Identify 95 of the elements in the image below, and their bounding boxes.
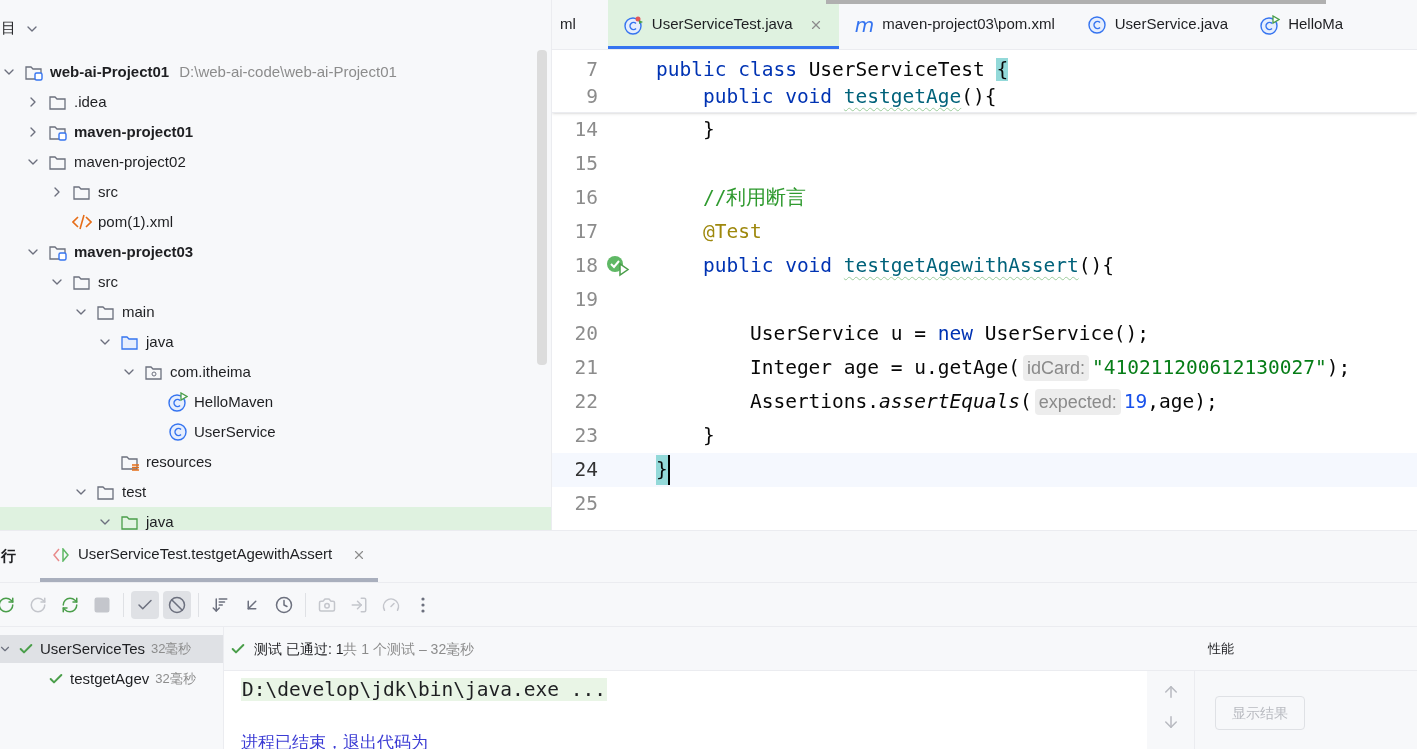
- code-line: //利用断言: [701, 185, 807, 212]
- class-icon: [168, 422, 188, 442]
- parameter-hint: expected:: [1034, 389, 1121, 415]
- tree-item[interactable]: src: [0, 267, 551, 297]
- import-icon: [350, 595, 368, 614]
- class-icon: [1086, 14, 1107, 35]
- line-number: 22: [573, 389, 598, 416]
- folder-icon: [48, 153, 68, 171]
- editor-tab[interactable]: HelloMa: [1244, 0, 1360, 49]
- line-number: 24: [573, 457, 598, 484]
- tree-item[interactable]: web-ai-Project01 D:\web-ai-code\web-ai-Project01: [0, 57, 551, 87]
- test-class-icon: [623, 14, 644, 35]
- camera-icon: [318, 595, 336, 614]
- folder-icon: [96, 483, 116, 501]
- line-number: 21: [573, 355, 598, 382]
- ban-icon: [168, 595, 186, 614]
- module-folder-icon: [48, 243, 68, 261]
- runnable-class-icon: [168, 392, 188, 412]
- tree-item[interactable]: src: [0, 177, 551, 207]
- folder-icon: [96, 303, 116, 321]
- test-passed-run-icon[interactable]: [606, 255, 630, 277]
- panel-title: 性能: [1208, 639, 1234, 658]
- tree-item[interactable]: test: [0, 477, 551, 507]
- tree-item[interactable]: pom(1).xml: [0, 207, 551, 237]
- sort-icon: [211, 595, 229, 614]
- folder-icon: [72, 273, 92, 291]
- line-number: 7: [585, 56, 598, 83]
- editor-tab[interactable]: ml: [552, 0, 608, 49]
- refresh-icon: [61, 595, 79, 614]
- test-tree-item[interactable]: testgetAgev 32毫秒: [0, 663, 223, 695]
- line-number: 16: [573, 185, 598, 212]
- check-button[interactable]: [131, 590, 159, 619]
- maven-icon: m: [854, 14, 875, 35]
- test-status: 测试 已通过: 1: [254, 640, 344, 657]
- tab-scrollbar[interactable]: [826, 0, 1326, 4]
- code-line: Assertions.assertEquals( expected: 19,age);: [748, 388, 1218, 417]
- runnable-class-icon: [1260, 14, 1281, 35]
- editor-tab[interactable]: UserServiceTest.java: [607, 0, 839, 49]
- line-number: 14: [573, 117, 598, 144]
- folder-icon: [72, 183, 92, 201]
- clock-icon: [275, 595, 293, 614]
- code-line: Integer age = u.getAge( idCard: "410211200612130027");: [748, 354, 1351, 383]
- tree-item[interactable]: maven-project02: [0, 147, 551, 177]
- parameter-hint: idCard:: [1022, 355, 1089, 381]
- folder-icon: [48, 93, 68, 111]
- code-tag-icon: [72, 213, 92, 231]
- code-line: @Test: [701, 219, 762, 246]
- line-number: 17: [573, 219, 598, 246]
- run-tab[interactable]: UserServiceTest.testgetAgewithAssert: [40, 531, 379, 582]
- stop-icon: [93, 595, 111, 614]
- rerun-icon: [29, 595, 47, 614]
- package-icon: [144, 363, 164, 381]
- folder-icon: [120, 513, 140, 530]
- line-number: 23: [573, 423, 598, 450]
- tree-item[interactable]: resources: [0, 447, 551, 477]
- code-line: UserService u = new UserService();: [748, 321, 1150, 348]
- tree-item[interactable]: java: [0, 327, 551, 357]
- test-tree-item[interactable]: UserServiceTes 32毫秒: [0, 635, 223, 663]
- tree-item[interactable]: maven-project01: [0, 117, 551, 147]
- editor-tab[interactable]: UserService.java: [1070, 0, 1245, 49]
- tree-item[interactable]: main: [0, 297, 551, 327]
- tree-item[interactable]: com.itheima: [0, 357, 551, 387]
- tree-item[interactable]: .idea: [0, 87, 551, 117]
- module-folder-icon: [48, 123, 68, 141]
- line-number: 25: [573, 491, 598, 518]
- resources-folder-icon: [120, 453, 140, 471]
- gauge-icon: [382, 595, 400, 614]
- code-line: public void testgetAge(){: [701, 83, 997, 110]
- line-number: 18: [573, 253, 598, 280]
- module-folder-icon: [24, 63, 44, 81]
- code-line: public void testgetAgewithAssert(){: [701, 253, 1114, 280]
- line-number: 19: [573, 287, 598, 314]
- ban-button[interactable]: [163, 590, 191, 619]
- tree-item[interactable]: UserService: [0, 417, 551, 447]
- scrollbar[interactable]: [537, 50, 547, 365]
- rerun-icon: [0, 595, 15, 614]
- folder-icon: [120, 333, 140, 351]
- line-number: 20: [573, 321, 598, 348]
- tree-item[interactable]: maven-project03: [0, 237, 551, 267]
- line-number: 15: [573, 151, 598, 178]
- test-duration: 32毫秒: [151, 640, 192, 659]
- tree-item[interactable]: java: [0, 507, 551, 530]
- tree-item[interactable]: HelloMaven: [0, 387, 551, 417]
- more-icon: [421, 596, 425, 613]
- test-duration: 32毫秒: [155, 670, 196, 689]
- panel-title: 行: [1, 546, 16, 567]
- split-diamond-icon: [52, 547, 70, 562]
- test-summary: 共 1 个测试 – 32毫秒: [343, 640, 475, 657]
- project-path: D:\web-ai-code\web-ai-Project01: [179, 61, 397, 82]
- code-line: public class UserServiceTest {: [656, 56, 1009, 83]
- code-line: }: [701, 423, 715, 450]
- editor-tab[interactable]: m maven-project03\pom.xml: [838, 0, 1071, 49]
- panel-title: 目: [1, 18, 16, 39]
- line-number: 9: [585, 83, 598, 110]
- code-line: }: [701, 117, 715, 144]
